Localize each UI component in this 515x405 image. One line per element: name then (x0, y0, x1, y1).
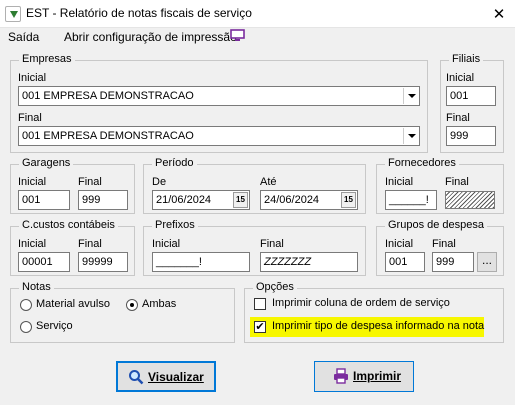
checkbox-ordem-servico[interactable] (254, 298, 266, 310)
empresas-final-label: Final (18, 112, 42, 124)
ccustos-inicial-input[interactable]: 00001 (18, 252, 70, 272)
prefixos-group-label: Prefixos (152, 219, 198, 231)
empresas-final-value: 001 EMPRESA DEMONSTRACAO (22, 130, 194, 142)
radio-servico-label[interactable]: Serviço (36, 320, 73, 332)
periodo-ate-value: 24/06/2024 (264, 194, 320, 206)
periodo-de-value: 21/06/2024 (156, 194, 212, 206)
periodo-group-label: Período (152, 157, 197, 169)
filiais-final-input[interactable]: 999 (446, 126, 496, 146)
fornecedores-inicial-label: Inicial (385, 176, 414, 188)
filiais-final-label: Final (446, 112, 470, 124)
empresas-inicial-value: 001 EMPRESA DEMONSTRACAO (22, 90, 194, 102)
fornecedores-final-label: Final (445, 176, 469, 188)
prefixos-final-label: Final (260, 238, 284, 250)
garagens-final-label: Final (78, 176, 102, 188)
imprimir-button-label: Imprimir (353, 369, 402, 383)
checkbox-tipo-despesa-label[interactable]: Imprimir tipo de despesa informado na no… (272, 320, 484, 332)
grupos-despesa-group-label: Grupos de despesa (385, 219, 488, 231)
printer-icon (334, 368, 348, 384)
radio-ambas[interactable] (126, 299, 138, 311)
filiais-inicial-label: Inicial (446, 72, 475, 84)
empresas-final-combo[interactable]: 001 EMPRESA DEMONSTRACAO (18, 126, 420, 146)
app-icon (5, 6, 21, 22)
calendar-icon[interactable]: 15 (233, 192, 248, 208)
empresas-group-label: Empresas (19, 53, 75, 65)
notas-group-label: Notas (19, 281, 54, 293)
garagens-inicial-label: Inicial (18, 176, 47, 188)
ccustos-final-label: Final (78, 238, 102, 250)
monitor-icon[interactable] (230, 29, 245, 42)
prefixos-inicial-label: Inicial (152, 238, 181, 250)
menu-item-abrir-configuracao[interactable]: Abrir configuração de impressão (64, 30, 237, 44)
grupos-despesa-final-label: Final (432, 238, 456, 250)
grupos-despesa-final-input[interactable]: 999 (432, 252, 474, 272)
ccustos-final-input[interactable]: 99999 (78, 252, 128, 272)
chevron-down-icon[interactable] (403, 88, 418, 104)
menu-item-saida[interactable]: Saída (8, 30, 39, 44)
prefixos-final-input[interactable]: ZZZZZZZ (260, 252, 358, 272)
opcoes-group-label: Opções (253, 281, 297, 293)
imprimir-button[interactable]: Imprimir (314, 361, 414, 392)
garagens-final-input[interactable]: 999 (78, 190, 128, 210)
periodo-de-label: De (152, 176, 167, 188)
menu-item-abrir-configuracao-label: Abrir configuração de impressão (64, 30, 237, 44)
menu-item-saida-label: Saída (8, 30, 40, 44)
garagens-inicial-input[interactable]: 001 (18, 190, 70, 210)
ccustos-inicial-label: Inicial (18, 238, 47, 250)
grupos-despesa-inicial-label: Inicial (385, 238, 414, 250)
chevron-down-icon[interactable] (403, 128, 418, 144)
visualizar-button[interactable]: Visualizar (116, 361, 216, 392)
close-button[interactable]: ✕ (485, 1, 513, 27)
radio-ambas-label[interactable]: Ambas (142, 298, 176, 310)
fornecedores-group-label: Fornecedores (385, 157, 459, 169)
empresas-inicial-combo[interactable]: 001 EMPRESA DEMONSTRACAO (18, 86, 420, 106)
ccustos-group-label: C.custos contábeis (19, 219, 118, 231)
magnifier-icon (129, 370, 144, 385)
periodo-ate-input[interactable]: 24/06/2024 15 (260, 190, 358, 210)
radio-material-avulso-label[interactable]: Material avulso (36, 298, 110, 310)
grupos-despesa-inicial-input[interactable]: 001 (385, 252, 425, 272)
calendar-icon[interactable]: 15 (341, 192, 356, 208)
garagens-group-label: Garagens (19, 157, 74, 169)
filiais-inicial-input[interactable]: 001 (446, 86, 496, 106)
visualizar-button-label: Visualizar (148, 370, 204, 384)
filiais-group-label: Filiais (449, 53, 484, 65)
prefixos-inicial-input[interactable]: _______! (152, 252, 250, 272)
fornecedores-final-input[interactable] (445, 191, 495, 209)
window-title: EST - Relatório de notas fiscais de serv… (26, 6, 252, 20)
radio-material-avulso[interactable] (20, 299, 32, 311)
checkbox-ordem-servico-label[interactable]: Imprimir coluna de ordem de serviço (272, 297, 450, 309)
checkbox-tipo-despesa[interactable]: ✔ (254, 321, 266, 333)
empresas-inicial-label: Inicial (18, 72, 47, 84)
fornecedores-inicial-input[interactable]: ______! (385, 190, 437, 210)
periodo-ate-label: Até (260, 176, 277, 188)
grupos-despesa-browse-button[interactable]: ... (477, 252, 497, 272)
radio-servico[interactable] (20, 321, 32, 333)
periodo-de-input[interactable]: 21/06/2024 15 (152, 190, 250, 210)
notas-group: Notas (10, 281, 235, 343)
